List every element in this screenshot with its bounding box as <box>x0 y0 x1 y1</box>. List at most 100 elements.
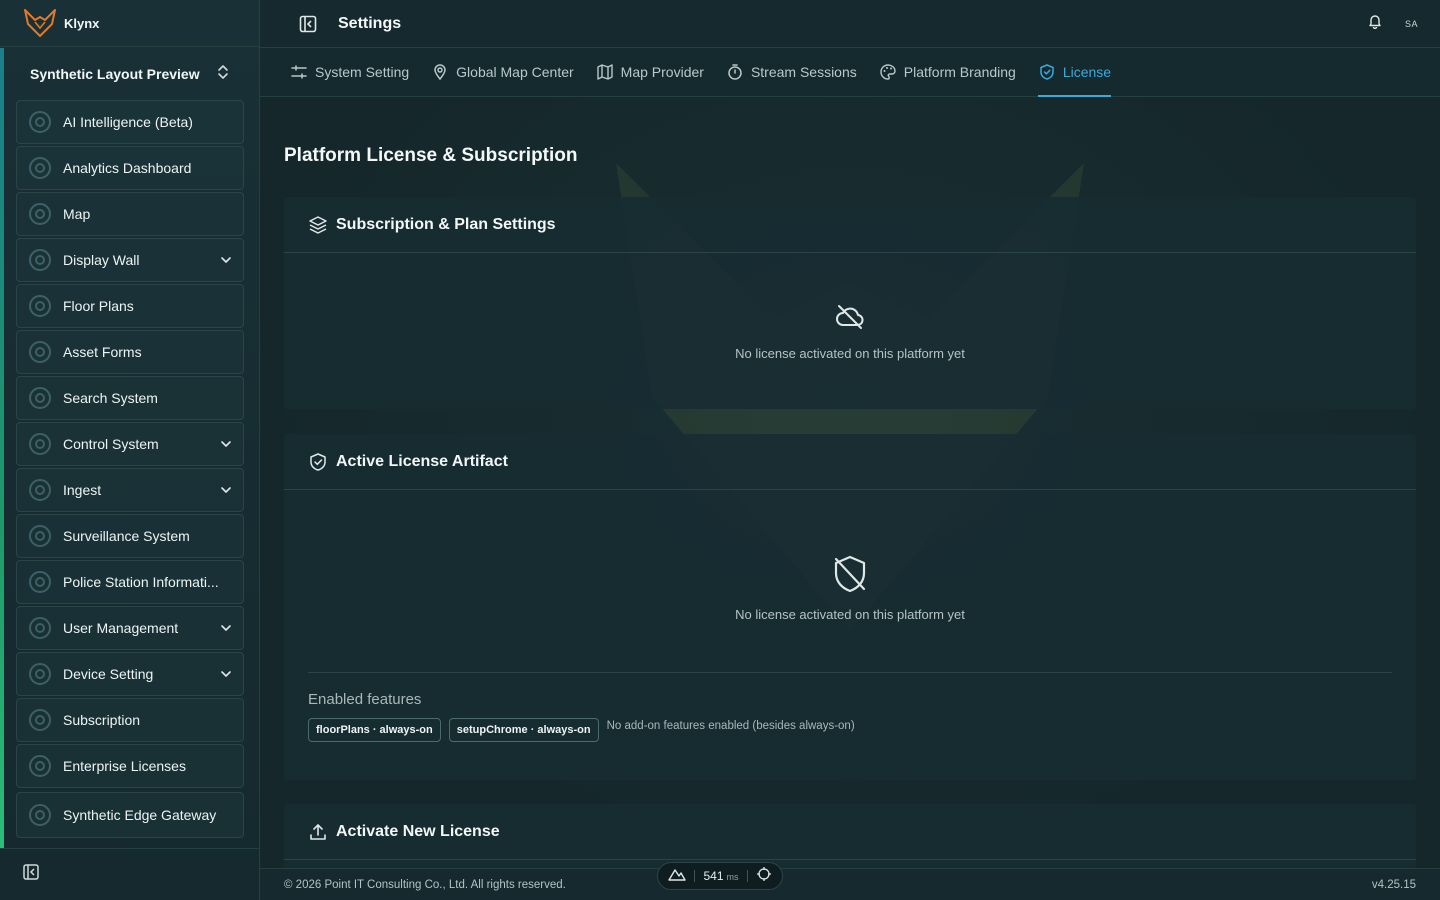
copyright-text: © 2026 Point IT Consulting Co., Ltd. All… <box>284 878 566 891</box>
shield-check-icon <box>308 452 328 472</box>
sidebar-item[interactable]: Subscription <box>16 698 244 742</box>
crosshair-icon[interactable] <box>756 866 772 887</box>
license-icon <box>25 751 55 781</box>
sidebar-item[interactable]: Asset Forms <box>16 330 244 374</box>
devbar-separator <box>746 870 748 882</box>
scan-icon <box>25 383 55 413</box>
sidebar-item-label: Search System <box>63 390 158 406</box>
chevron-down-icon[interactable] <box>219 253 233 267</box>
feature-chips: floorPlans · always-on setupChrome · alw… <box>308 718 1416 742</box>
render-time-value: 541 <box>703 869 724 883</box>
palette-icon <box>879 63 897 81</box>
sidebar-item[interactable]: User Management <box>16 606 244 650</box>
panel-toggle-icon[interactable] <box>298 14 318 34</box>
sidebar-item-label: AI Intelligence (Beta) <box>63 114 193 130</box>
feature-chips-note: No add-on features enabled (besides alwa… <box>606 720 855 732</box>
enabled-features-label: Enabled features <box>308 691 422 708</box>
sliders-icon <box>290 63 308 81</box>
sidebar-item[interactable]: Search System <box>16 376 244 420</box>
top-header: Settings SA <box>260 0 1440 48</box>
sidebar-item[interactable]: Surveillance System <box>16 514 244 558</box>
sidebar-item[interactable]: Ingest <box>16 468 244 512</box>
tab-license[interactable]: License <box>1037 48 1112 97</box>
sidebar-item[interactable]: Control System <box>16 422 244 466</box>
chevron-down-icon[interactable] <box>219 483 233 497</box>
sidebar-item[interactable]: Display Wall <box>16 238 244 282</box>
sidebar-nav: AI Intelligence (Beta) Analytics Dashboar… <box>16 100 244 840</box>
user-group-icon <box>25 613 55 643</box>
tab-platform-branding[interactable]: Platform Branding <box>879 48 1016 96</box>
main-content: Platform License & Subscription Subscrip… <box>260 97 1440 868</box>
sidebar-item[interactable]: Floor Plans <box>16 284 244 328</box>
workspace-switcher[interactable]: Synthetic Layout Preview <box>16 56 244 92</box>
artifact-card: Active License Artifact No license activ… <box>284 434 1416 780</box>
subscription-empty-text: No license activated on this platform ye… <box>735 346 965 361</box>
tab-stream-sessions[interactable]: Stream Sessions <box>726 48 857 96</box>
sidebar-item[interactable]: Analytics Dashboard <box>16 146 244 190</box>
version-text: v4.25.15 <box>1371 878 1416 891</box>
sidebar-item-label: Subscription <box>63 712 141 728</box>
sidebar-item-label: Asset Forms <box>63 344 142 360</box>
activate-card-title: Activate New License <box>336 822 500 840</box>
tab-label: Global Map Center <box>456 64 574 80</box>
tab-global-map-center[interactable]: Global Map Center <box>431 48 574 96</box>
sidebar-item[interactable]: Device Setting <box>16 652 244 696</box>
sidebar-accent-bar <box>0 48 4 848</box>
chevron-down-icon[interactable] <box>219 667 233 681</box>
cpu-icon <box>25 429 55 459</box>
collapse-sidebar-icon[interactable] <box>22 863 40 886</box>
map-pin-icon <box>431 63 449 81</box>
fox-logo-icon <box>22 7 58 39</box>
map-pin-icon <box>25 199 55 229</box>
sidebar-item-label: User Management <box>63 620 179 636</box>
sidebar-item-label: Police Station Informati... <box>63 574 219 590</box>
tab-label: Platform Branding <box>903 64 1016 80</box>
sidebar-item[interactable]: Map <box>16 192 244 236</box>
gear-icon <box>25 659 55 689</box>
sidebar-item[interactable]: Synthetic Edge Gateway <box>16 792 244 838</box>
subscription-empty-state: No license activated on this platform ye… <box>284 301 1416 361</box>
dev-toolbar: 541 ms <box>657 862 783 890</box>
clipboard-icon <box>25 337 55 367</box>
inbox-icon <box>25 475 55 505</box>
devbar-separator <box>694 870 696 882</box>
sidebar-item[interactable]: AI Intelligence (Beta) <box>16 100 244 144</box>
upload-icon <box>308 822 328 842</box>
tab-label: System Setting <box>315 64 410 80</box>
artifact-card-title: Active License Artifact <box>336 452 508 470</box>
mountain-logo-icon[interactable] <box>668 867 686 886</box>
settings-tabs: System Setting Global Map Center Map Provi… <box>260 48 1440 97</box>
brand[interactable]: Klynx <box>0 0 260 47</box>
tab-label: Map Provider <box>620 64 704 80</box>
timer-icon <box>726 63 744 81</box>
eye-icon <box>25 567 55 597</box>
chevron-down-icon[interactable] <box>219 437 233 451</box>
shield-check-icon <box>1038 63 1056 81</box>
sidebar-item-label: Analytics Dashboard <box>63 160 192 176</box>
sidebar-item-label: Display Wall <box>63 252 140 268</box>
sidebar-item-label: Enterprise Licenses <box>63 758 186 774</box>
sidebar-item-label: Surveillance System <box>63 528 190 544</box>
sidebar-item[interactable]: Police Station Informati... <box>16 560 244 604</box>
tab-map-provider[interactable]: Map Provider <box>596 48 704 96</box>
chevron-down-icon[interactable] <box>219 621 233 635</box>
sidebar-item-label: Map <box>63 206 91 222</box>
layers-icon <box>308 215 328 235</box>
feature-chip: floorPlans · always-on <box>308 718 441 742</box>
chart-icon <box>25 153 55 183</box>
tab-label: License <box>1062 64 1112 80</box>
users-icon <box>25 521 55 551</box>
activate-card-header: Activate New License <box>284 804 1416 860</box>
sidebar-footer <box>0 848 260 900</box>
ai-icon <box>25 107 55 137</box>
chevron-up-down-icon <box>216 63 230 86</box>
bell-icon[interactable] <box>1367 13 1383 34</box>
sidebar-item-label: Floor Plans <box>63 298 134 314</box>
sidebar-item-label: Device Setting <box>63 666 154 682</box>
sidebar-item[interactable]: Enterprise Licenses <box>16 744 244 788</box>
credit-card-icon <box>25 705 55 735</box>
artifact-empty-state: No license activated on this platform ye… <box>284 554 1416 622</box>
tab-system-setting[interactable]: System Setting <box>290 48 409 96</box>
avatar[interactable]: SA <box>1405 19 1418 29</box>
activate-card: Activate New License <box>284 804 1416 868</box>
